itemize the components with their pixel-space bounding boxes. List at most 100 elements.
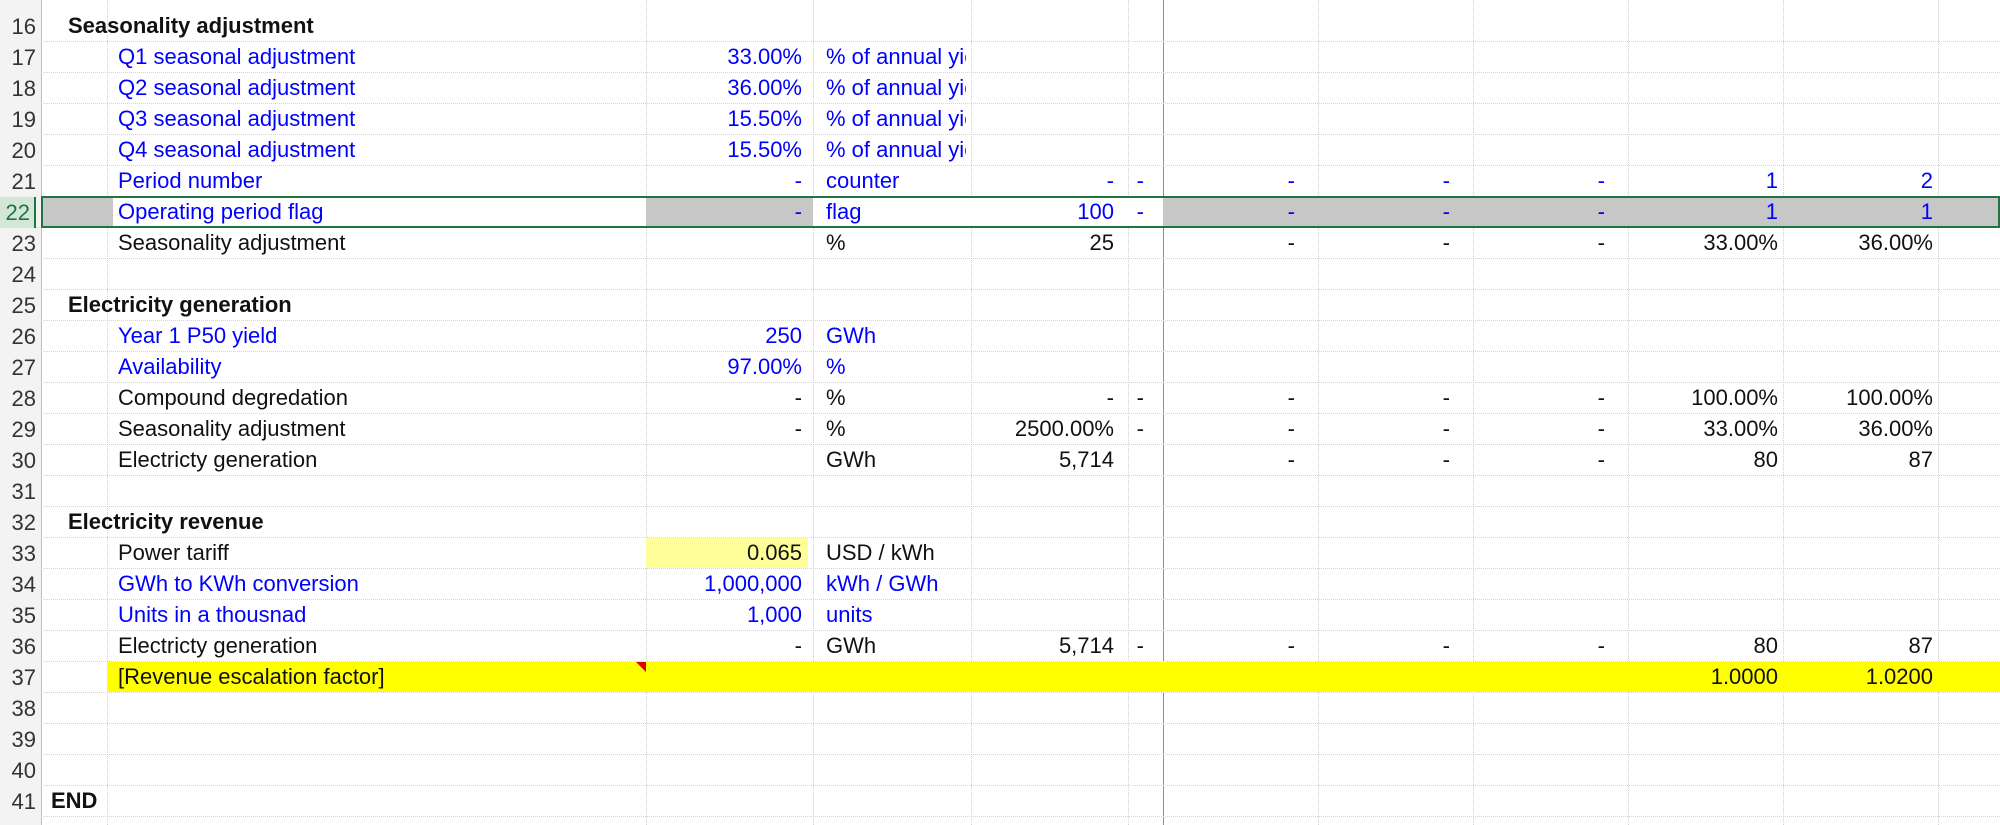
table-row[interactable]: 20 Q4 seasonal adjustment 15.50% % of annua… — [0, 135, 2000, 166]
total-cell[interactable]: 5,714 — [975, 445, 1114, 475]
period-cell[interactable]: - — [1120, 631, 1144, 661]
table-row[interactable]: 30 Electricty generation GWh 5,714- - -80 87 — [0, 445, 2000, 476]
table-row[interactable]: 41 END — [0, 786, 2000, 817]
end-marker[interactable]: END — [51, 786, 251, 816]
period-cell[interactable]: 36.00% — [1788, 414, 1933, 444]
input-value-cell[interactable]: 15.50% — [650, 104, 802, 134]
input-value-cell[interactable] — [650, 445, 802, 475]
period-cell[interactable]: - — [1120, 414, 1144, 444]
table-row[interactable]: 31 — [0, 476, 2000, 507]
period-cell[interactable]: 36.00% — [1788, 228, 1933, 258]
period-cell[interactable]: - — [1168, 228, 1295, 258]
unit-cell[interactable]: % — [826, 352, 966, 382]
row-number[interactable]: 21 — [0, 166, 40, 197]
unit-cell[interactable]: flag — [826, 197, 966, 227]
row-label[interactable]: Q3 seasonal adjustment — [118, 104, 638, 134]
table-row[interactable]: 26 Year 1 P50 yield 250 GWh — [0, 321, 2000, 352]
input-value-cell[interactable]: 33.00% — [650, 42, 802, 72]
row-label[interactable]: Q1 seasonal adjustment — [118, 42, 638, 72]
table-row[interactable]: 27 Availability 97.00%% — [0, 352, 2000, 383]
input-value-cell[interactable]: 36.00% — [650, 73, 802, 103]
unit-cell[interactable]: % — [826, 414, 966, 444]
row-number[interactable]: 39 — [0, 724, 40, 755]
period-cell[interactable]: 87 — [1788, 631, 1933, 661]
row-label[interactable]: Period number — [118, 166, 638, 196]
table-row[interactable]: 17 Q1 seasonal adjustment 33.00% % of annua… — [0, 42, 2000, 73]
table-row[interactable]: 23 Seasonality adjustment% 25- - -33.00% 36.0… — [0, 228, 2000, 259]
unit-cell[interactable]: % of annual yield — [826, 104, 966, 134]
period-cell[interactable]: - — [1168, 445, 1295, 475]
row-number[interactable]: 24 — [0, 259, 40, 290]
unit-cell[interactable]: GWh — [826, 631, 966, 661]
total-cell[interactable]: 100 — [975, 197, 1114, 227]
table-row[interactable]: 22 Operating period flag - flag 100- - - -1 1 — [0, 197, 2000, 228]
total-cell[interactable]: 25 — [975, 228, 1114, 258]
unit-cell[interactable]: % of annual yield — [826, 42, 966, 72]
period-cell[interactable]: 33.00% — [1633, 414, 1778, 444]
table-row[interactable]: 32 Electricity revenue — [0, 507, 2000, 538]
input-value-cell[interactable]: - — [650, 631, 802, 661]
row-number[interactable]: 18 — [0, 73, 40, 104]
period-cell[interactable]: - — [1478, 445, 1605, 475]
period-cell[interactable]: - — [1478, 166, 1605, 196]
input-value-cell[interactable]: 0.065 — [650, 538, 802, 568]
table-row[interactable]: 29 Seasonality adjustment -% 2500.00% - - - -33… — [0, 414, 2000, 445]
row-number[interactable]: 38 — [0, 693, 40, 724]
input-value-cell[interactable]: 1,000,000 — [650, 569, 802, 599]
period-cell[interactable]: - — [1120, 197, 1144, 227]
table-row[interactable]: 18 Q2 seasonal adjustment 36.00% % of annua… — [0, 73, 2000, 104]
period-cell[interactable]: - — [1323, 414, 1450, 444]
row-number[interactable]: 26 — [0, 321, 40, 352]
row-number[interactable]: 37 — [0, 662, 40, 693]
period-cell[interactable]: 1 — [1633, 197, 1778, 227]
total-cell[interactable]: - — [975, 166, 1114, 196]
row-number[interactable]: 23 — [0, 228, 40, 259]
period-cell[interactable]: - — [1323, 166, 1450, 196]
unit-cell[interactable]: USD / kWh — [826, 538, 966, 568]
row-number[interactable]: 30 — [0, 445, 40, 476]
unit-cell[interactable]: counter — [826, 166, 966, 196]
section-header[interactable]: Electricity revenue — [68, 507, 628, 537]
row-number[interactable]: 32 — [0, 507, 40, 538]
table-row[interactable]: 36 Electricty generation - GWh 5,714- - - -80 87 — [0, 631, 2000, 662]
row-number[interactable]: 17 — [0, 42, 40, 73]
period-cell[interactable]: 1 — [1788, 197, 1933, 227]
total-cell[interactable]: 2500.00% — [975, 414, 1114, 444]
table-row[interactable]: 34 GWh to KWh conversion 1,000,000 kWh / GW… — [0, 569, 2000, 600]
period-cell[interactable]: 100.00% — [1788, 383, 1933, 413]
table-row[interactable]: 39 — [0, 724, 2000, 755]
period-cell[interactable]: 2 — [1788, 166, 1933, 196]
period-cell[interactable] — [1478, 662, 1605, 692]
period-cell[interactable]: 100.00% — [1633, 383, 1778, 413]
period-cell[interactable]: - — [1478, 631, 1605, 661]
period-cell[interactable]: - — [1168, 414, 1295, 444]
period-cell[interactable]: - — [1323, 383, 1450, 413]
row-label[interactable]: Units in a thousnad — [118, 600, 638, 630]
table-row[interactable]: 16 Seasonality adjustment — [0, 11, 2000, 42]
period-cell[interactable]: - — [1478, 228, 1605, 258]
period-cell[interactable]: 1.0200 — [1788, 662, 1933, 692]
table-row[interactable]: 37 [Revenue escalation factor] 1.0000 1.020… — [0, 662, 2000, 693]
unit-cell[interactable]: GWh — [826, 445, 966, 475]
period-cell[interactable]: - — [1120, 166, 1144, 196]
period-cell[interactable] — [1120, 445, 1144, 475]
period-cell[interactable]: 1.0000 — [1633, 662, 1778, 692]
period-cell[interactable]: 1 — [1633, 166, 1778, 196]
period-cell[interactable] — [1120, 228, 1144, 258]
total-cell[interactable]: 5,714 — [975, 631, 1114, 661]
input-value-cell[interactable]: 1,000 — [650, 600, 802, 630]
row-number[interactable]: 22 — [0, 197, 36, 228]
row-label[interactable]: Year 1 P50 yield — [118, 321, 638, 351]
period-cell[interactable]: 87 — [1788, 445, 1933, 475]
row-number[interactable]: 27 — [0, 352, 40, 383]
period-cell[interactable] — [1120, 662, 1144, 692]
row-label[interactable]: Seasonality adjustment — [118, 414, 638, 444]
period-cell[interactable]: - — [1323, 197, 1450, 227]
row-number[interactable]: 28 — [0, 383, 40, 414]
unit-cell[interactable]: % of annual yield — [826, 135, 966, 165]
period-cell[interactable] — [1168, 662, 1295, 692]
period-cell[interactable]: 80 — [1633, 445, 1778, 475]
period-cell[interactable]: - — [1168, 197, 1295, 227]
input-value-cell[interactable]: 250 — [650, 321, 802, 351]
period-cell[interactable]: 80 — [1633, 631, 1778, 661]
